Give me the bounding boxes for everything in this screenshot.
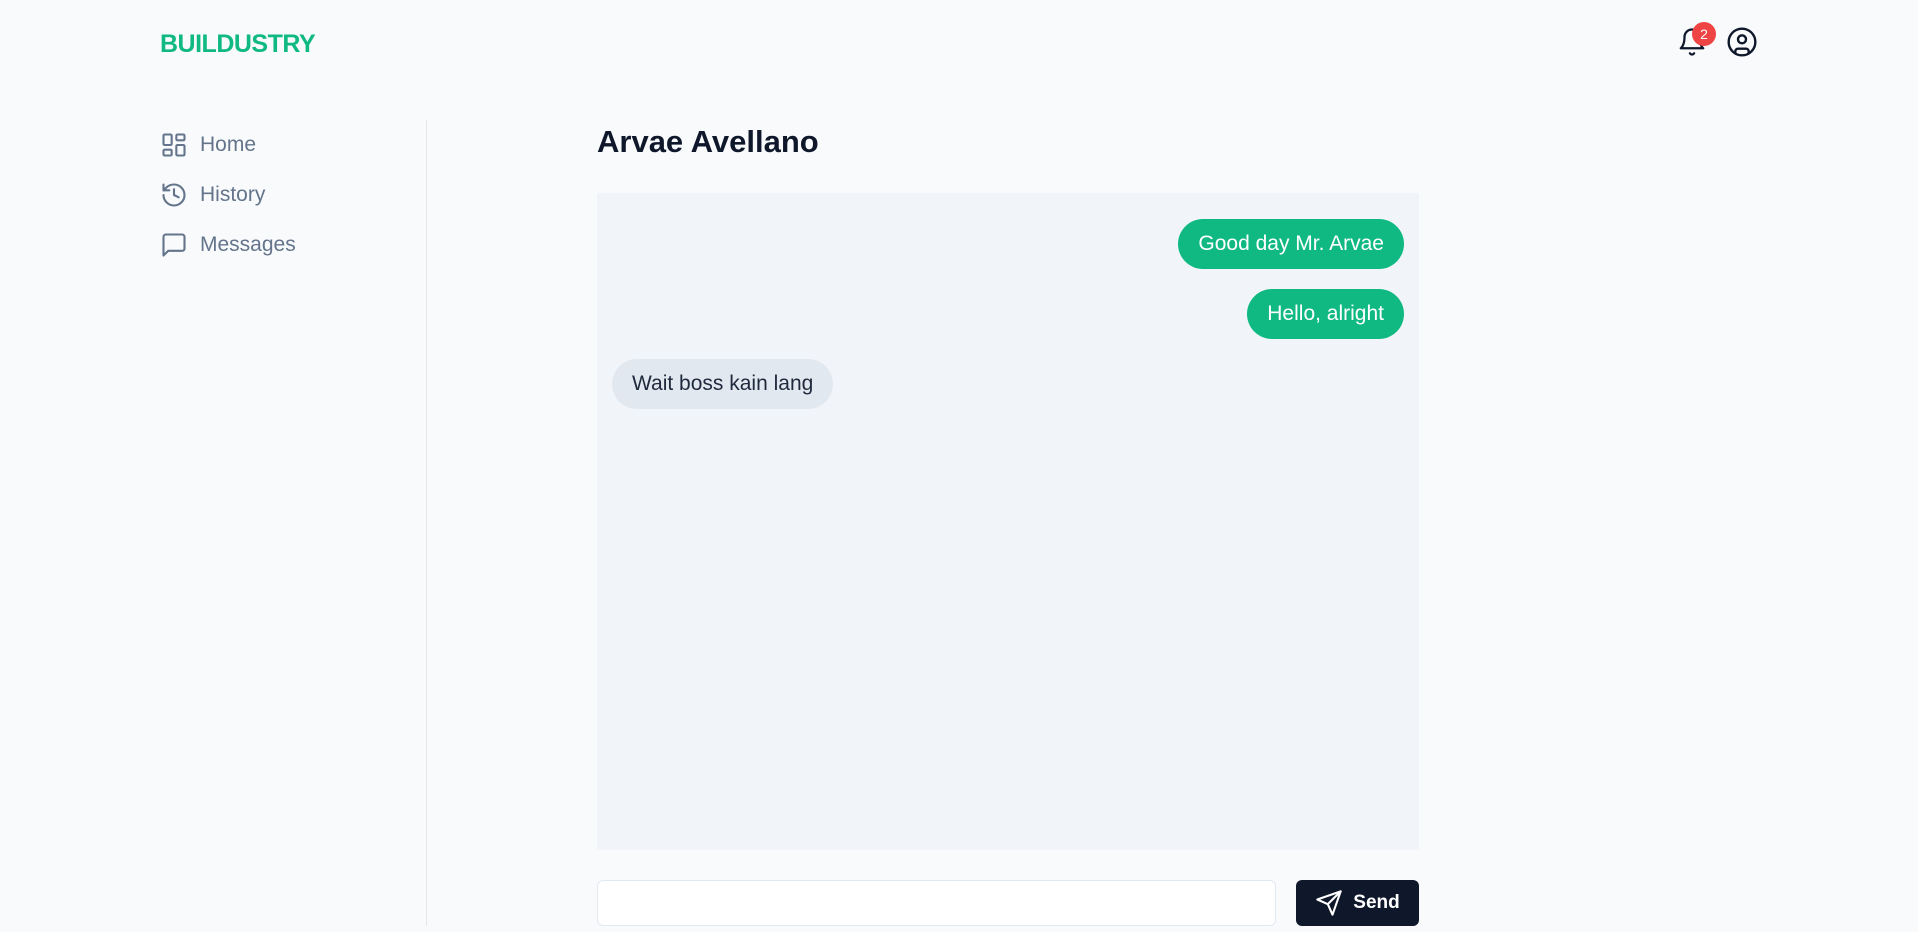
message-bubble-incoming: Wait boss kain lang (612, 359, 834, 409)
message-thread[interactable]: Good day Mr. Arvae Hello, alright Wait b… (597, 193, 1419, 850)
sidebar: Home History Messages (160, 120, 427, 926)
send-button[interactable]: Send (1296, 880, 1419, 926)
sidebar-item-messages[interactable]: Messages (160, 220, 426, 270)
sidebar-item-home[interactable]: Home (160, 120, 426, 170)
send-button-label: Send (1353, 892, 1400, 913)
send-icon (1316, 890, 1342, 916)
message-input[interactable] (597, 880, 1276, 926)
header-actions: 2 (1676, 22, 1758, 58)
notification-count-badge: 2 (1692, 22, 1716, 46)
message-icon (162, 233, 186, 257)
user-circle-icon (1727, 27, 1757, 57)
top-bar: BUILDUSTRY 2 (0, 0, 1918, 92)
message-bubble-outgoing: Good day Mr. Arvae (1178, 219, 1404, 269)
page: BUILDUSTRY 2 Home History Messages Arvae… (0, 0, 1918, 932)
brand-logo[interactable]: BUILDUSTRY (160, 30, 316, 59)
sidebar-item-label: Messages (200, 233, 296, 256)
message-bubble-outgoing: Hello, alright (1247, 289, 1404, 339)
history-icon (162, 183, 186, 207)
dashboard-icon (162, 133, 186, 157)
notifications-button[interactable]: 2 (1676, 22, 1716, 58)
sidebar-item-label: Home (200, 133, 257, 156)
conversation-title: Arvae Avellano (597, 124, 819, 159)
account-button[interactable] (1726, 26, 1758, 58)
sidebar-item-history[interactable]: History (160, 170, 426, 220)
sidebar-item-label: History (200, 183, 266, 206)
